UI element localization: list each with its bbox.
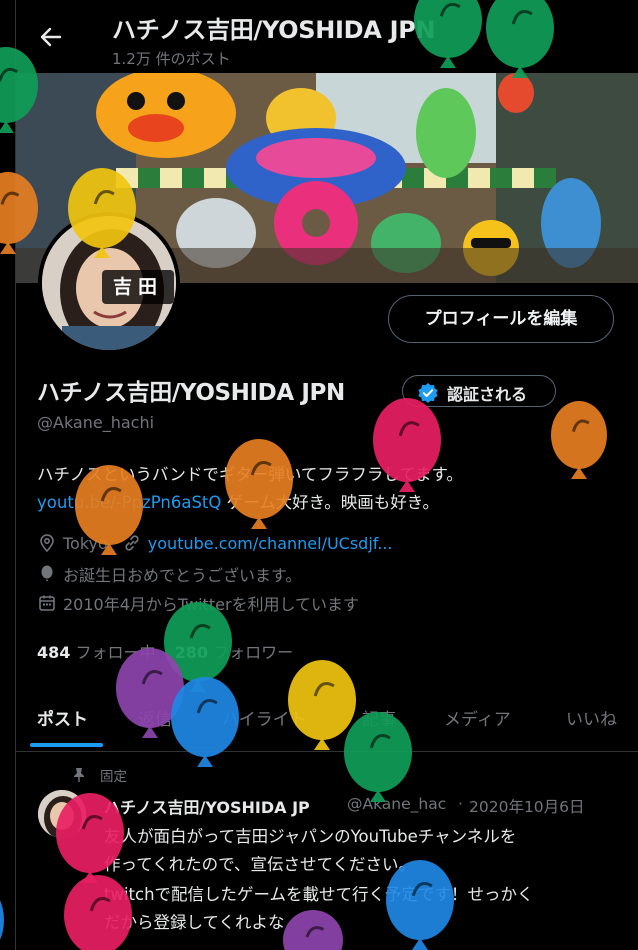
following-count: 484 xyxy=(37,643,71,662)
tab-posts[interactable]: ポスト xyxy=(37,705,88,730)
post-count: 1.2万 件のポスト xyxy=(112,50,231,68)
location-text: Tokyo xyxy=(63,533,108,553)
tab-media[interactable]: メディア xyxy=(444,705,511,730)
tweet-author-handle[interactable]: @Akane_hac xyxy=(347,795,446,813)
tweet-date[interactable]: 2020年10月6日 xyxy=(469,795,585,817)
followers-link[interactable]: 280 フォロワー xyxy=(175,643,294,662)
tweet-text-line: だから登録してくれよな xyxy=(104,913,285,932)
profile-avatar[interactable]: 吉田 xyxy=(38,212,180,354)
avatar-name-tag: 吉田 xyxy=(102,270,174,304)
back-arrow-icon xyxy=(40,27,62,47)
balloon-icon xyxy=(283,910,343,950)
link-icon xyxy=(125,535,139,551)
balloon-icon xyxy=(0,900,4,940)
tweet-text-line: twitchで配信したゲームを載せて行く予定です！せっかく xyxy=(104,885,534,904)
balloon-icon xyxy=(551,401,607,479)
bio-text-line2: youtu.be/-PpzPn6aStQ ゲーム大好き。映画も好き。 xyxy=(37,489,439,513)
tab-highlights[interactable]: ハイライト xyxy=(222,705,307,730)
pin-icon xyxy=(74,768,84,782)
active-tab-indicator xyxy=(30,743,103,747)
following-label: フォロー中 xyxy=(75,643,156,662)
joined-text: 2010年4月からTwitterを利用しています xyxy=(63,595,360,614)
verified-label: 認証される xyxy=(447,385,528,404)
edit-profile-button[interactable]: プロフィールを編集 xyxy=(388,295,614,343)
birthday-row: お誕生日おめでとうございます。 xyxy=(37,562,301,586)
followers-count: 280 xyxy=(174,643,209,662)
balloon-icon xyxy=(41,565,53,581)
website-link[interactable]: youtube.com/channel/UCsdjf... xyxy=(148,534,393,553)
followers-label: フォロワー xyxy=(213,643,294,662)
bio-text: ハチノスというバンドでギター弾いてフラフラしてます。 xyxy=(37,465,463,484)
verified-check-icon xyxy=(418,383,438,403)
tweet-text-line: 作ってくれたので、宣伝させてください。 xyxy=(104,855,416,874)
profile-handle: @Akane_hachi xyxy=(37,413,155,432)
tweet-separator: · xyxy=(458,795,463,813)
pinned-label-row: 固定 xyxy=(72,765,127,785)
tweet-author-name[interactable]: ハチノス吉田/YOSHIDA JP xyxy=(104,794,310,818)
birthday-text: お誕生日おめでとうございます。 xyxy=(63,566,302,585)
tab-replies[interactable]: 返信 xyxy=(138,705,172,730)
profile-meta-row: Tokyo youtube.com/channel/UCsdjf... xyxy=(37,533,393,553)
tweet-text-line: 友人が面白がって吉田ジャパンのYouTubeチャンネルを xyxy=(104,827,517,846)
header-title: ハチノス吉田/YOSHIDA JPN xyxy=(112,16,436,44)
tab-likes[interactable]: いいね xyxy=(566,705,617,730)
tab-articles[interactable]: 記事 xyxy=(362,705,396,730)
follow-stats: 484 フォロー中 280 フォロワー xyxy=(37,639,293,663)
app-window: ハチノス吉田/YOSHIDA JPN 1.2万 件のポスト 吉田 プロフィールを… xyxy=(0,0,638,950)
bio-link[interactable]: youtu.be/-PpzPn6aStQ xyxy=(37,493,221,512)
pinned-label: 固定 xyxy=(100,769,127,785)
tweet-avatar[interactable] xyxy=(38,790,86,838)
verified-button[interactable]: 認証される xyxy=(402,375,556,407)
bio-text-rest: ゲーム大好き。映画も好き。 xyxy=(221,493,439,512)
profile-name: ハチノス吉田/YOSHIDA JPN xyxy=(37,380,345,406)
location-icon xyxy=(40,534,54,553)
joined-row: 2010年4月からTwitterを利用しています xyxy=(37,591,359,615)
top-header: ハチノス吉田/YOSHIDA JPN 1.2万 件のポスト xyxy=(16,0,638,73)
profile-tabs: ポスト 返信 ハイライト 記事 メディア いいね xyxy=(16,686,638,752)
back-button[interactable] xyxy=(36,22,66,52)
calendar-icon xyxy=(39,595,55,611)
following-link[interactable]: 484 フォロー中 xyxy=(37,643,156,662)
